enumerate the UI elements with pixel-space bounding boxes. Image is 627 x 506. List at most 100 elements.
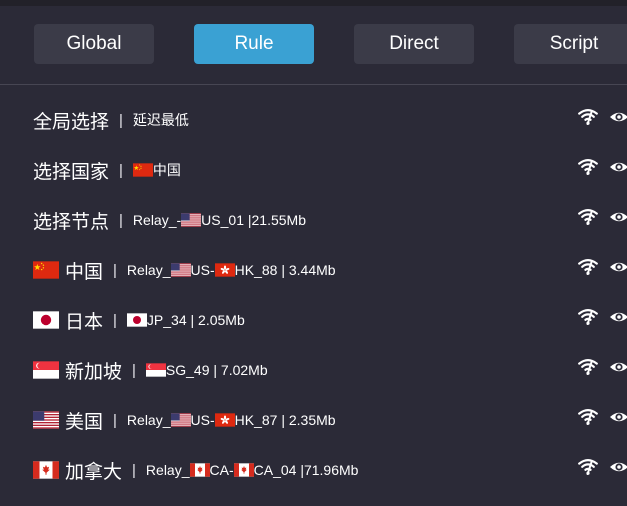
proxy-group-content: 全局选择 | 延迟最低	[33, 95, 189, 145]
row-actions	[578, 145, 627, 189]
proxy-group-name: 加拿大	[65, 461, 123, 483]
separator: |	[113, 261, 117, 279]
proxy-group-row[interactable]: 美国 | Relay_ US- HK_87 | 2.35Mb	[0, 395, 627, 445]
selected-proxy-text: Relay_	[145, 462, 190, 478]
proxy-group-name: 美国	[65, 411, 104, 433]
selected-proxy: Relay_ US- HK_88 | 3.44Mb	[127, 262, 336, 278]
china-flag-icon	[132, 163, 153, 177]
row-actions	[578, 395, 627, 439]
proxy-group-row[interactable]: 选择国家 | 中国	[0, 145, 627, 195]
view-eye-icon[interactable]	[609, 108, 627, 126]
selected-proxy-text: US-	[190, 412, 215, 428]
japan-flag-icon	[33, 311, 59, 329]
latency-test-wifi-icon[interactable]	[578, 258, 598, 276]
proxy-group-row[interactable]: 加拿大 | Relay_ CA- CA_04 |71.96Mb	[0, 445, 627, 495]
selected-proxy: Relay_ US- HK_87 | 2.35Mb	[127, 412, 336, 428]
usa-flag-icon	[170, 263, 191, 277]
separator: |	[132, 361, 136, 379]
japan-flag-icon	[126, 313, 147, 327]
separator: |	[119, 211, 123, 229]
proxy-group-name: 中国	[65, 261, 104, 283]
latency-test-wifi-icon[interactable]	[578, 358, 598, 376]
mode-selector: Global Rule Direct Script	[0, 0, 627, 84]
separator: |	[119, 161, 123, 179]
mode-direct-button[interactable]: Direct	[354, 24, 474, 64]
latency-test-wifi-icon[interactable]	[578, 108, 598, 126]
proxy-group-content: 选择国家 | 中国	[33, 145, 181, 195]
view-eye-icon[interactable]	[609, 208, 627, 226]
view-eye-icon[interactable]	[609, 158, 627, 176]
selected-proxy: 中国	[132, 160, 181, 180]
selected-proxy-text: CA-	[209, 462, 234, 478]
proxy-group-content: 日本 | JP_34 | 2.05Mb	[33, 295, 245, 345]
proxy-group-name: 选择国家	[33, 161, 110, 183]
canada-flag-icon	[33, 461, 59, 479]
singapore-flag-icon	[145, 363, 166, 377]
row-actions	[578, 345, 627, 389]
proxy-group-list: 全局选择 | 延迟最低 选择国家 | 中国 选择节点 | Relay_- US_01 |21.55…	[0, 95, 627, 495]
singapore-flag-icon	[33, 361, 59, 379]
proxy-group-content: 加拿大 | Relay_ CA- CA_04 |71.96Mb	[33, 445, 358, 495]
selected-proxy-text: Relay_-	[132, 212, 182, 228]
usa-flag-icon	[170, 413, 191, 427]
mode-rule-button[interactable]: Rule	[194, 24, 314, 64]
selected-proxy: JP_34 | 2.05Mb	[126, 312, 245, 328]
separator: |	[113, 311, 117, 329]
proxy-group-name: 全局选择	[33, 111, 110, 133]
selected-proxy-text: SG_49 | 7.02Mb	[165, 362, 268, 378]
latency-test-wifi-icon[interactable]	[578, 458, 598, 476]
canada-flag-icon	[189, 463, 210, 477]
china-flag-icon	[33, 261, 59, 279]
mode-script-button[interactable]: Script	[514, 24, 627, 64]
latency-test-wifi-icon[interactable]	[578, 408, 598, 426]
row-actions	[578, 195, 627, 239]
selected-proxy-text: Relay_	[126, 262, 171, 278]
selected-proxy-text: CA_04 |71.96Mb	[253, 462, 359, 478]
proxy-group-row[interactable]: 选择节点 | Relay_- US_01 |21.55Mb	[0, 195, 627, 245]
usa-flag-icon	[181, 213, 202, 227]
row-actions	[578, 295, 627, 339]
selected-proxy: Relay_- US_01 |21.55Mb	[133, 212, 306, 228]
view-eye-icon[interactable]	[609, 408, 627, 426]
row-actions	[578, 445, 627, 489]
proxy-group-name: 选择节点	[33, 211, 110, 233]
selected-proxy-text: HK_88 | 3.44Mb	[234, 262, 336, 278]
selected-proxy-text: US_01 |21.55Mb	[201, 212, 306, 228]
proxy-group-row[interactable]: 中国 | Relay_ US- HK_88 | 3.44Mb	[0, 245, 627, 295]
view-eye-icon[interactable]	[609, 458, 627, 476]
latency-test-wifi-icon[interactable]	[578, 208, 598, 226]
proxy-group-row[interactable]: 日本 | JP_34 | 2.05Mb	[0, 295, 627, 345]
separator: |	[113, 411, 117, 429]
latency-test-wifi-icon[interactable]	[578, 308, 598, 326]
view-eye-icon[interactable]	[609, 258, 627, 276]
proxy-group-row[interactable]: 全局选择 | 延迟最低	[0, 95, 627, 145]
proxy-group-name: 新加坡	[65, 361, 123, 383]
selected-proxy-text: US-	[190, 262, 215, 278]
row-actions	[578, 245, 627, 289]
row-actions	[578, 95, 627, 139]
separator: |	[132, 461, 136, 479]
selected-proxy: Relay_ CA- CA_04 |71.96Mb	[146, 462, 359, 478]
proxy-group-content: 新加坡 | SG_49 | 7.02Mb	[33, 345, 268, 395]
selected-proxy-text: HK_87 | 2.35Mb	[234, 412, 336, 428]
proxy-group-name: 日本	[65, 311, 104, 333]
usa-flag-icon	[33, 411, 59, 429]
selected-proxy-text: 延迟最低	[132, 112, 189, 128]
proxy-group-content: 选择节点 | Relay_- US_01 |21.55Mb	[33, 195, 306, 245]
selected-proxy-text: JP_34 | 2.05Mb	[146, 312, 245, 328]
proxy-group-row[interactable]: 新加坡 | SG_49 | 7.02Mb	[0, 345, 627, 395]
proxy-group-content: 中国 | Relay_ US- HK_88 | 3.44Mb	[33, 245, 336, 295]
selected-proxy-text: 中国	[152, 162, 181, 178]
divider	[0, 84, 627, 85]
mode-global-button[interactable]: Global	[34, 24, 154, 64]
canada-flag-icon	[233, 463, 254, 477]
selected-proxy-text: Relay_	[126, 412, 171, 428]
view-eye-icon[interactable]	[609, 358, 627, 376]
separator: |	[119, 111, 123, 129]
view-eye-icon[interactable]	[609, 308, 627, 326]
latency-test-wifi-icon[interactable]	[578, 158, 598, 176]
proxy-group-content: 美国 | Relay_ US- HK_87 | 2.35Mb	[33, 395, 336, 445]
hong-kong-flag-icon	[214, 413, 235, 427]
selected-proxy: SG_49 | 7.02Mb	[145, 362, 268, 378]
hong-kong-flag-icon	[214, 263, 235, 277]
